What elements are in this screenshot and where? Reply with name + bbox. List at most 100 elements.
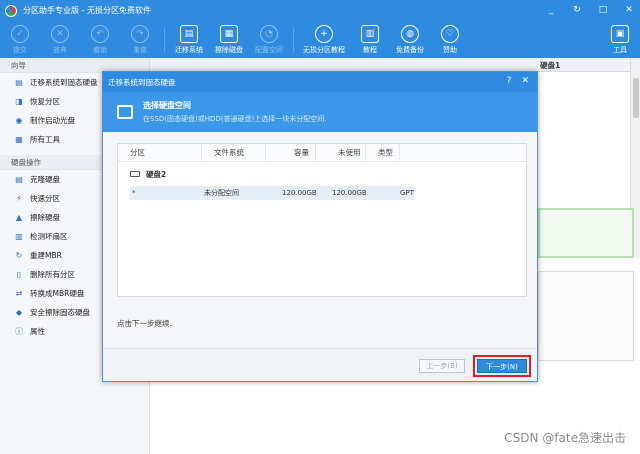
cell-capacity: 120.00GB: [282, 189, 317, 197]
app-logo-icon: [5, 4, 17, 17]
prev-button[interactable]: 上一步(B): [419, 359, 465, 373]
toolbar-free-backup-button[interactable]: ◍ 免费备份: [390, 21, 430, 58]
refresh-button[interactable]: ↻: [570, 3, 584, 17]
window-controls: _ ↻ □ ✕: [544, 3, 636, 17]
minimize-button[interactable]: _: [544, 3, 558, 17]
toolbar-label: 擦除磁盘: [215, 46, 243, 54]
next-button-highlight: 下一步(N): [473, 355, 531, 377]
scrollbar-thumb[interactable]: [633, 78, 639, 118]
toolbox-icon: ▣: [611, 25, 629, 43]
watermark: CSDN @fate急速出击: [504, 431, 626, 445]
partition-map-area[interactable]: [538, 271, 634, 361]
migrate-icon: ▤: [15, 77, 23, 87]
undo-icon: ↶: [91, 25, 109, 43]
toolbar-label: 无损分区教程: [303, 46, 345, 54]
disk-label: 硬盘1: [540, 61, 561, 70]
check-icon: ✓: [11, 25, 29, 43]
toolbar-undo-button[interactable]: ↶ 撤销: [80, 21, 120, 58]
app-title: 分区助手专业版 - 无损分区免费软件: [23, 6, 151, 15]
toolbar-discard-button[interactable]: ✕ 放弃: [40, 21, 80, 58]
dialog-footer: 上一步(B) 下一步(N): [103, 348, 537, 381]
sidebar-item-label: 恢复分区: [30, 97, 60, 106]
dialog-title-buttons: ? ✕: [507, 76, 529, 86]
toolbar-label: 赞助: [443, 46, 457, 54]
title-bar: 分区助手专业版 - 无损分区免费软件 _ ↻ □ ✕: [0, 0, 640, 21]
info-icon: ⓘ: [15, 326, 23, 336]
col-capacity[interactable]: 容量: [266, 143, 316, 162]
check-sector-icon: ▥: [15, 231, 23, 241]
migrate-ssd-dialog: 迁移系统到固态硬盘 ? ✕ 选择硬盘空间 在SSD(固态硬盘)或HDD(普通硬盘…: [102, 71, 538, 382]
help-icon[interactable]: ?: [507, 76, 512, 86]
sidebar-item-label: 制作启动光盘: [30, 116, 75, 125]
trash-icon: ▯: [16, 269, 22, 279]
clone-icon: ▤: [15, 174, 23, 184]
toolbar-wipe-disk-button[interactable]: ▦ 擦除磁盘: [209, 21, 249, 58]
wipe-disk-icon: ▦: [220, 25, 238, 43]
wipe-icon: ▲: [15, 212, 23, 222]
book-icon: ▥: [361, 25, 379, 43]
cancel-icon: ✕: [51, 25, 69, 43]
maximize-button[interactable]: □: [596, 3, 610, 17]
sidebar-item-label: 迁移系统到固态硬盘: [30, 78, 98, 87]
toolbar-label: 放弃: [53, 46, 67, 54]
sidebar-item-label: 所有工具: [30, 135, 60, 144]
cell-filesystem: 未分配空间: [204, 189, 239, 197]
col-unused[interactable]: 未使用: [316, 143, 366, 162]
erase-icon: ◆: [15, 307, 23, 317]
cell-partition: *: [132, 189, 136, 197]
allocate-space-icon: ◔: [260, 25, 278, 43]
toolbar-tools-button[interactable]: ▣ 工具: [600, 21, 640, 58]
col-filesystem[interactable]: 文件系统: [202, 143, 266, 162]
dialog-title: 迁移系统到固态硬盘: [108, 77, 176, 87]
dialog-header-text: 选择硬盘空间 在SSD(固态硬盘)或HDD(普通硬盘)上选择一块未分配空间.: [143, 100, 326, 124]
dialog-header: 选择硬盘空间 在SSD(固态硬盘)或HDD(普通硬盘)上选择一块未分配空间.: [103, 92, 537, 132]
disc-icon: ◉: [15, 115, 23, 125]
toolbar-allocate-space-button[interactable]: ◔ 配置空间: [249, 21, 289, 58]
shield-icon: +: [315, 25, 333, 43]
sidebar-item-label: 擦除硬盘: [30, 213, 60, 222]
next-button[interactable]: 下一步(N): [477, 359, 527, 373]
sidebar-item-label: 属性: [30, 327, 45, 336]
sidebar-item-label: 安全擦除固态硬盘: [30, 308, 90, 317]
dialog-header-desc: 在SSD(固态硬盘)或HDD(普通硬盘)上选择一块未分配空间.: [143, 115, 327, 123]
col-type[interactable]: 类型: [366, 143, 400, 162]
backup-icon: ◍: [401, 25, 419, 43]
sidebar-item-label: 转换成MBR硬盘: [30, 289, 85, 298]
toolbar-label: 重做: [133, 46, 147, 54]
disk-group-row: 硬盘2: [118, 162, 526, 186]
toolbar-tutorial-button[interactable]: ▥ 教程: [350, 21, 390, 58]
lightning-icon: ⚡: [16, 193, 22, 203]
toolbar-label: 撤销: [93, 46, 107, 54]
sidebar-item-label: 克隆硬盘: [30, 175, 60, 184]
toolbar-label: 工具: [613, 46, 627, 54]
ssd-icon: [117, 105, 133, 119]
dialog-header-title: 选择硬盘空间: [143, 101, 191, 110]
sidebar-item-label: 快速分区: [30, 194, 60, 203]
hard-disk-icon: [130, 171, 140, 177]
toolbar-apply-button[interactable]: ✓ 提交: [0, 21, 40, 58]
dialog-hint: 点击下一步继续.: [117, 319, 172, 328]
heart-icon: ♡: [441, 25, 459, 43]
partition-map-selected[interactable]: [538, 208, 634, 258]
toolbar-label: 配置空间: [255, 46, 283, 54]
grid-icon: ▦: [15, 134, 23, 144]
toolbar-label: 迁移系统: [175, 46, 203, 54]
toolbar-redo-button[interactable]: ↷ 重做: [120, 21, 160, 58]
redo-icon: ↷: [131, 25, 149, 43]
table-header: 分区 文件系统 容量 未使用 类型: [118, 143, 526, 162]
toolbar-sponsor-button[interactable]: ♡ 赞助: [430, 21, 470, 58]
cell-type: GPT: [400, 189, 414, 197]
toolbar-tutorial-partition-button[interactable]: + 无损分区教程: [298, 21, 350, 58]
close-button[interactable]: ✕: [622, 3, 636, 17]
col-partition[interactable]: 分区: [118, 143, 202, 162]
sidebar-item-label: 重建MBR: [30, 251, 62, 260]
close-icon[interactable]: ✕: [521, 76, 529, 86]
disk-space-table: 分区 文件系统 容量 未使用 类型 硬盘2 * 未分配空间 120.00GB 1…: [117, 143, 527, 297]
toolbar: ✓ 提交 ✕ 放弃 ↶ 撤销 ↷ 重做 ▤ 迁移系统 ▦ 擦除磁盘 ◔ 配置空间…: [0, 21, 640, 58]
disk-name: 硬盘2: [146, 169, 167, 179]
table-row[interactable]: * 未分配空间 120.00GB 120.00GB GPT: [130, 186, 414, 200]
convert-icon: ⇄: [15, 288, 23, 298]
toolbar-migrate-os-button[interactable]: ▤ 迁移系统: [169, 21, 209, 58]
dialog-title-bar: 迁移系统到固态硬盘: [103, 72, 537, 92]
toolbar-label: 免费备份: [396, 46, 424, 54]
